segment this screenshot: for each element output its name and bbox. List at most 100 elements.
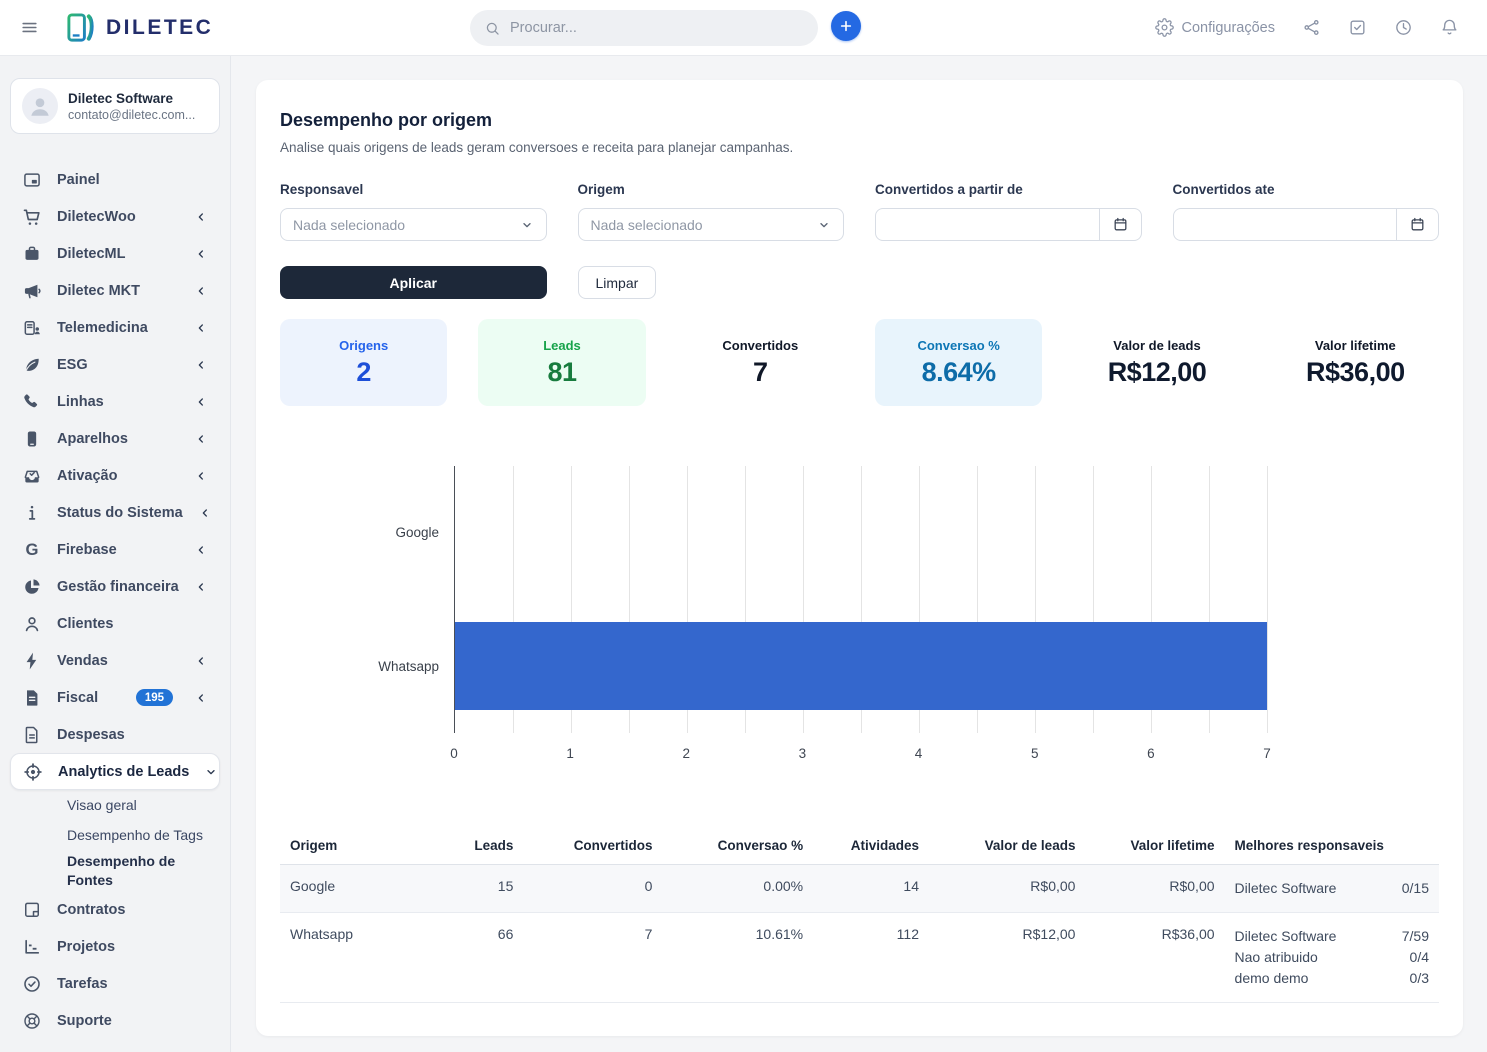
stat-label: Conversao %	[917, 338, 999, 353]
menu-button[interactable]	[20, 18, 39, 37]
chevron-left-icon	[198, 506, 212, 520]
panel-icon	[22, 170, 42, 190]
converted-from-input[interactable]	[876, 209, 1099, 240]
sidebar-item-aparelhos[interactable]: Aparelhos	[10, 420, 220, 457]
filters: Responsavel Nada selecionado Origem Nada…	[280, 182, 1439, 241]
sidebar-item-painel[interactable]: Painel	[10, 161, 220, 198]
profile-card[interactable]: Diletec Software contato@diletec.com...	[10, 78, 220, 134]
settings-button[interactable]: Configurações	[1155, 18, 1276, 37]
sidebar-item-ativacao[interactable]: Ativação	[10, 457, 220, 494]
column-header-conversao-: Conversao %	[662, 827, 813, 865]
leaf-icon	[22, 355, 42, 375]
chart-x-tick: 1	[566, 746, 574, 761]
sidebar-item-firebase[interactable]: GFirebase	[10, 531, 220, 568]
sidebar-item-diletec-mkt[interactable]: Diletec MKT	[10, 272, 220, 309]
sidebar-item-clientes[interactable]: Clientes	[10, 605, 220, 642]
responsavel-name: Diletec Software	[1235, 926, 1337, 947]
sidebar-item-contratos[interactable]: Contratos	[10, 892, 220, 929]
calendar-icon	[1409, 216, 1426, 233]
tasks-button[interactable]	[1348, 18, 1367, 37]
sidebar-item-label: DiletecML	[57, 246, 126, 262]
settings-label: Configurações	[1182, 20, 1276, 36]
column-header-valor-de-leads: Valor de leads	[929, 827, 1085, 865]
stat-card-origens: Origens2	[280, 319, 447, 406]
cell-melhores-responsaveis: Diletec Software0/15	[1225, 865, 1439, 913]
sidebar-item-diletecwoo[interactable]: DiletecWoo	[10, 198, 220, 235]
stat-value: 81	[547, 357, 576, 388]
sidebar-item-label: Firebase	[57, 542, 117, 558]
chevron-left-icon	[194, 395, 208, 409]
search-input[interactable]	[510, 20, 804, 36]
sidebar-item-despesas[interactable]: Despesas	[10, 716, 220, 753]
sidebar-item-label: Projetos	[57, 939, 115, 955]
origem-label: Origem	[578, 182, 845, 197]
clock-icon	[1394, 18, 1413, 37]
sidebar-item-suporte[interactable]: Suporte	[10, 1003, 220, 1040]
bag-icon	[22, 244, 42, 264]
cell-leads: 66	[419, 913, 523, 1003]
page-title: Desempenho por origem	[280, 110, 1439, 131]
notifications-button[interactable]	[1440, 18, 1459, 37]
sidebar-subitem-visao-geral[interactable]: Visao geral	[10, 790, 220, 820]
share-button[interactable]	[1302, 18, 1321, 37]
info-icon	[22, 503, 42, 523]
sidebar-item-label: Clientes	[57, 616, 113, 632]
responsavel-select[interactable]: Nada selecionado	[280, 208, 547, 241]
column-header-leads: Leads	[419, 827, 523, 865]
responsavel-row: Nao atribuido0/4	[1235, 947, 1429, 968]
chart-plot	[454, 466, 1267, 733]
sidebar-item-fiscal[interactable]: Fiscal195	[10, 679, 220, 716]
apply-button[interactable]: Aplicar	[280, 266, 547, 299]
page-subtitle: Analise quais origens de leads geram con…	[280, 140, 1439, 155]
sidebar-item-gestao-financeira[interactable]: Gestão financeira	[10, 568, 220, 605]
responsavel-select-value: Nada selecionado	[293, 217, 405, 233]
sidebar-item-vendas[interactable]: Vendas	[10, 642, 220, 679]
sidebar-item-esg[interactable]: ESG	[10, 346, 220, 383]
file-lines-icon	[22, 688, 42, 708]
sidebar-item-projetos[interactable]: Projetos	[10, 929, 220, 966]
responsavel-ratio: 0/3	[1410, 968, 1429, 989]
brand-logo[interactable]: DILETEC	[65, 11, 213, 45]
sidebar-item-label: Telemedicina	[57, 320, 148, 336]
chart-bar-whatsapp	[455, 622, 1267, 710]
sidebar-item-analytics-de-leads[interactable]: Analytics de Leads	[10, 753, 220, 790]
clear-button[interactable]: Limpar	[578, 266, 657, 299]
sidebar-item-status-do-sistema[interactable]: Status do Sistema	[10, 494, 220, 531]
stat-value: 7	[753, 357, 768, 388]
converted-to-input[interactable]	[1174, 209, 1397, 240]
stat-value: 2	[356, 357, 371, 388]
chart-x-tick: 7	[1263, 746, 1271, 761]
chevron-down-icon	[817, 218, 831, 232]
converted-from-calendar-button[interactable]	[1099, 209, 1141, 240]
origem-select[interactable]: Nada selecionado	[578, 208, 845, 241]
add-button[interactable]	[831, 11, 861, 41]
sidebar-item-diletecml[interactable]: DiletecML	[10, 235, 220, 272]
sidebar-item-tarefas[interactable]: Tarefas	[10, 966, 220, 1003]
history-button[interactable]	[1394, 18, 1413, 37]
bar-chart: GoogleWhatsapp 01234567	[280, 466, 1439, 769]
stat-label: Valor de leads	[1113, 338, 1200, 353]
chevron-left-icon	[194, 321, 208, 335]
sidebar-subitem-desempenho-de-fontes[interactable]: Desempenho de Fontes	[10, 850, 220, 892]
sidebar-item-label: Linhas	[57, 394, 104, 410]
cell-valor-lifetime: R$0,00	[1085, 865, 1224, 913]
origem-select-value: Nada selecionado	[591, 217, 703, 233]
hamburger-icon	[20, 18, 39, 37]
file-text-icon	[22, 725, 42, 745]
chevron-left-icon	[194, 543, 208, 557]
cell-atividades: 112	[813, 913, 929, 1003]
converted-to-calendar-button[interactable]	[1396, 209, 1438, 240]
chart-x-tick: 0	[450, 746, 458, 761]
converted-to-label: Convertidos ate	[1173, 182, 1440, 197]
sidebar-subitem-desempenho-de-tags[interactable]: Desempenho de Tags	[10, 820, 220, 850]
sidebar-item-label: Analytics de Leads	[58, 764, 189, 780]
sidebar-item-telemedicina[interactable]: Telemedicina	[10, 309, 220, 346]
sidebar-item-linhas[interactable]: Linhas	[10, 383, 220, 420]
chart-x-tick: 2	[683, 746, 691, 761]
search-bar[interactable]	[470, 10, 818, 46]
telemedicine-icon	[22, 318, 42, 338]
stat-card-conversao-: Conversao %8.64%	[875, 319, 1042, 406]
check-square-icon	[1348, 18, 1367, 37]
cell-melhores-responsaveis: Diletec Software7/59Nao atribuido0/4demo…	[1225, 913, 1439, 1003]
contract-icon	[22, 900, 42, 920]
